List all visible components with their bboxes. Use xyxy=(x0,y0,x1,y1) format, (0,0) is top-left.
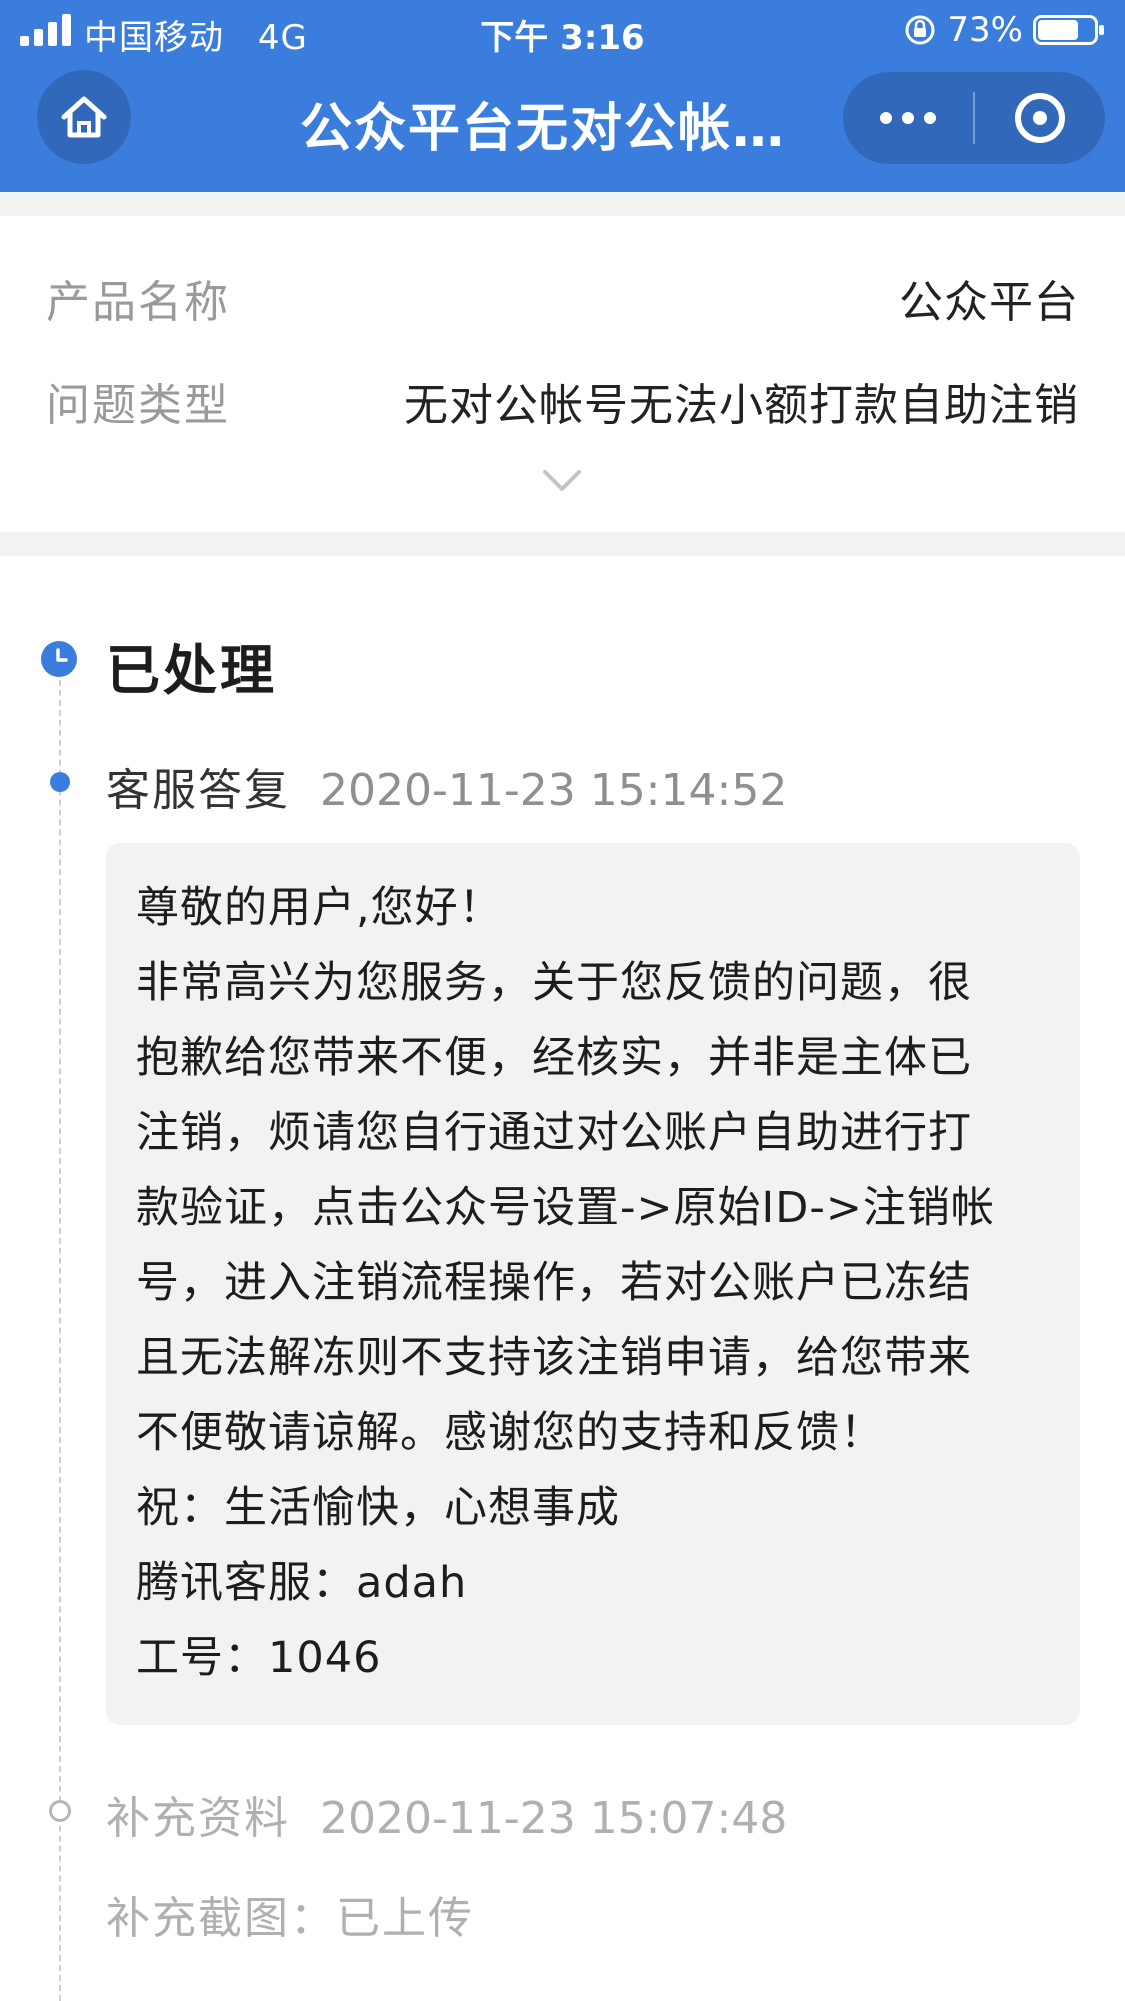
reply-header: 客服答复 2020-11-23 15:14:52 xyxy=(106,754,787,818)
timeline-dot-active xyxy=(50,772,70,792)
reply-line: 祝：生活愉快，心想事成 xyxy=(136,1483,620,1533)
product-label: 产品名称 xyxy=(46,277,230,328)
supplement-header: 补充资料 2020-11-23 15:07:48 xyxy=(106,1782,787,1846)
reply-line: 不便敬请谅解。感谢您的支持和反馈！ xyxy=(136,1408,884,1458)
issue-type-row: 问题类型 无对公帐号无法小额打款自助注销 xyxy=(46,371,1079,431)
nav-bar: 公众平台无对公帐号无法小额打款自助注销 xyxy=(0,64,1125,192)
chevron-down-icon[interactable] xyxy=(542,468,582,494)
reply-line: 尊敬的用户,您好！ xyxy=(136,883,503,933)
reply-kind: 客服答复 xyxy=(106,765,290,816)
status-right: 73% xyxy=(903,10,1107,50)
reply-line: 款验证，点击公众号设置->原始ID->注销帐 xyxy=(136,1183,995,1233)
reply-line: 非常高兴为您服务，关于您反馈的问题，很 xyxy=(136,958,972,1008)
reply-message: 尊敬的用户,您好！ 非常高兴为您服务，关于您反馈的问题，很 抱歉给您带来不便，经… xyxy=(106,843,1080,1725)
battery-percent: 73% xyxy=(947,10,1023,50)
clock-icon xyxy=(41,641,77,677)
status-bar: 中国移动 4G 下午 3:16 73% xyxy=(0,0,1125,64)
product-value: 公众平台 xyxy=(899,277,1079,328)
reply-line: 且无法解冻则不支持该注销申请，给您带来 xyxy=(136,1333,972,1383)
top-bar: 中国移动 4G 下午 3:16 73% 公众平台无对公帐号 xyxy=(0,0,1125,192)
more-button[interactable] xyxy=(843,72,973,164)
product-row: 产品名称 公众平台 xyxy=(46,268,1079,328)
issue-type-label: 问题类型 xyxy=(46,380,230,431)
reply-line: 工号：1046 xyxy=(136,1633,382,1683)
home-button[interactable] xyxy=(37,70,131,164)
issue-type-value: 无对公帐号无法小额打款自助注销 xyxy=(404,380,1079,431)
menu-capsule xyxy=(843,72,1105,164)
reply-line: 注销，烦请您自行通过对公账户自助进行打 xyxy=(136,1108,972,1158)
home-icon xyxy=(61,96,107,138)
reply-line: 号，进入注销流程操作，若对公账户已冻结 xyxy=(136,1258,972,1308)
supplement-kind: 补充资料 xyxy=(106,1793,290,1844)
timeline-dot-inactive xyxy=(49,1800,71,1822)
rotation-lock-icon xyxy=(905,15,935,45)
battery-icon xyxy=(1033,15,1104,45)
more-dots-icon xyxy=(875,112,941,124)
reply-line: 腾讯客服：adah xyxy=(136,1558,468,1608)
reply-time: 2020-11-23 15:14:52 xyxy=(320,765,788,816)
target-circle-icon xyxy=(1015,93,1065,143)
supplement-screenshot-status[interactable]: 补充截图：已上传 xyxy=(106,1882,474,1946)
supplement-time: 2020-11-23 15:07:48 xyxy=(320,1793,788,1844)
ticket-status: 已处理 xyxy=(106,639,277,702)
close-miniprogram-button[interactable] xyxy=(975,72,1105,164)
page-title: 公众平台无对公帐号无法小额打款自助注销 xyxy=(300,99,820,159)
reply-line: 抱歉给您带来不便，经核实，并非是主体已 xyxy=(136,1033,972,1083)
